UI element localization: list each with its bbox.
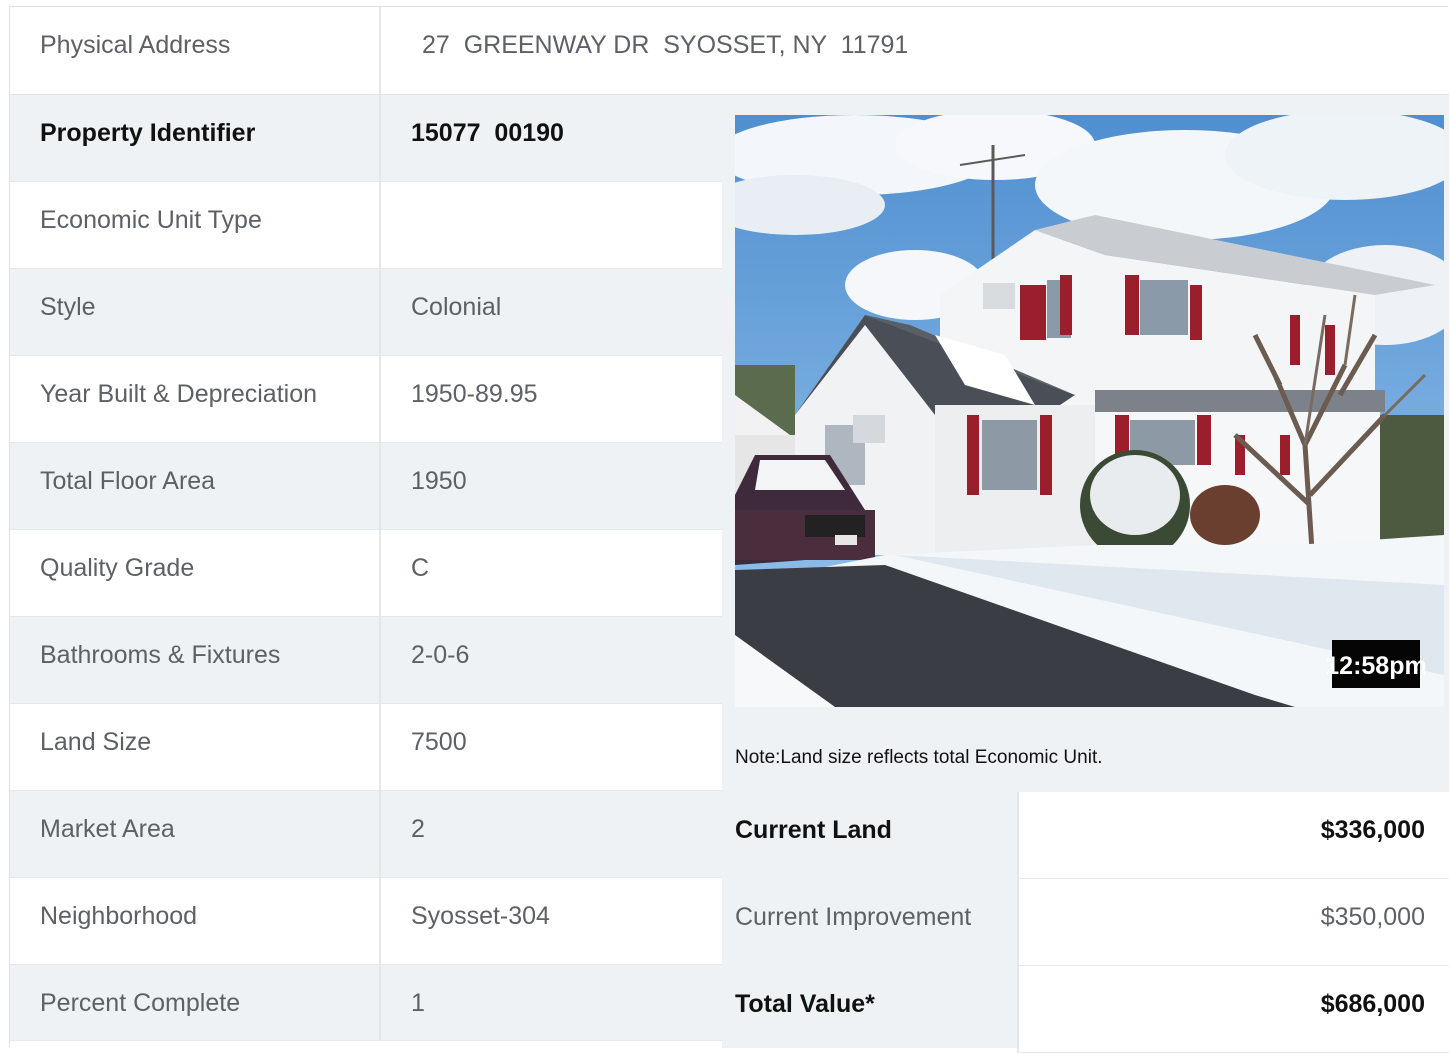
row-value: 1950 bbox=[411, 467, 467, 495]
property-photo: 12:58pm bbox=[735, 115, 1444, 707]
row-value: 7500 bbox=[411, 728, 467, 756]
row-value: 2 bbox=[411, 815, 425, 843]
table-row: Land Size 7500 bbox=[10, 704, 722, 791]
table-row: Neighborhood Syosset-304 bbox=[10, 878, 722, 965]
table-row: Total Floor Area 1950 bbox=[10, 443, 722, 530]
photo-timestamp: 12:58pm bbox=[1325, 652, 1426, 680]
physical-address-label: Physical Address bbox=[10, 7, 381, 94]
row-value: Colonial bbox=[411, 293, 502, 321]
row-value bbox=[381, 182, 722, 268]
row-label: Bathrooms & Fixtures bbox=[10, 617, 381, 703]
row-value: C bbox=[411, 554, 430, 582]
valuation-row: Current Land $336,000 bbox=[722, 792, 1449, 879]
row-label: Market Area bbox=[10, 791, 381, 877]
valuation-row: Total Value* $686,000 bbox=[722, 966, 1449, 1053]
valuation-label: Current Improvement bbox=[735, 903, 972, 931]
row-value: 1950-89.95 bbox=[411, 380, 538, 408]
valuation-label: Current Land bbox=[735, 816, 892, 844]
table-row: Quality Grade C bbox=[10, 530, 722, 617]
land-size-note: Note:Land size reflects total Economic U… bbox=[735, 747, 1103, 768]
row-value: 15077 00190 bbox=[411, 119, 564, 147]
row-value: Syosset-304 bbox=[411, 902, 550, 930]
row-label: Percent Complete bbox=[10, 965, 381, 1040]
row-label: Property Identifier bbox=[10, 95, 381, 181]
physical-address-value: 27 GREENWAY DR SYOSSET, NY 11791 bbox=[422, 31, 909, 59]
valuation-value: $350,000 bbox=[1017, 879, 1449, 966]
table-row: Year Built & Depreciation 1950-89.95 bbox=[10, 356, 722, 443]
property-summary-panel: 12:58pm Note:Land size reflects total Ec… bbox=[722, 95, 1449, 1053]
row-label: Total Floor Area bbox=[10, 443, 381, 529]
valuation-value: $686,000 bbox=[1017, 966, 1449, 1053]
row-label: Neighborhood bbox=[10, 878, 381, 964]
valuation-label: Total Value* bbox=[735, 990, 875, 1018]
row-label: Land Size bbox=[10, 704, 381, 790]
physical-address-row: Physical Address 27 GREENWAY DR SYOSSET,… bbox=[10, 7, 1449, 95]
table-row: Economic Unit Type bbox=[10, 182, 722, 269]
table-row: Percent Complete 1 bbox=[10, 965, 722, 1041]
row-label: Quality Grade bbox=[10, 530, 381, 616]
valuation-value: $336,000 bbox=[1017, 792, 1449, 879]
row-label: Style bbox=[10, 269, 381, 355]
table-row: Bathrooms & Fixtures 2-0-6 bbox=[10, 617, 722, 704]
row-label: Economic Unit Type bbox=[10, 182, 381, 268]
valuation-table: Current Land $336,000 Current Improvemen… bbox=[722, 792, 1449, 1053]
row-value: 1 bbox=[411, 989, 425, 1017]
table-row: Property Identifier 15077 00190 bbox=[10, 95, 722, 182]
valuation-row: Current Improvement $350,000 bbox=[722, 879, 1449, 966]
row-label: Year Built & Depreciation bbox=[10, 356, 381, 442]
table-row: Style Colonial bbox=[10, 269, 722, 356]
row-value: 2-0-6 bbox=[411, 641, 470, 669]
property-details-table: Property Identifier 15077 00190 Economic… bbox=[10, 95, 722, 1041]
table-row: Market Area 2 bbox=[10, 791, 722, 878]
property-card: Physical Address 27 GREENWAY DR SYOSSET,… bbox=[9, 6, 1449, 1053]
